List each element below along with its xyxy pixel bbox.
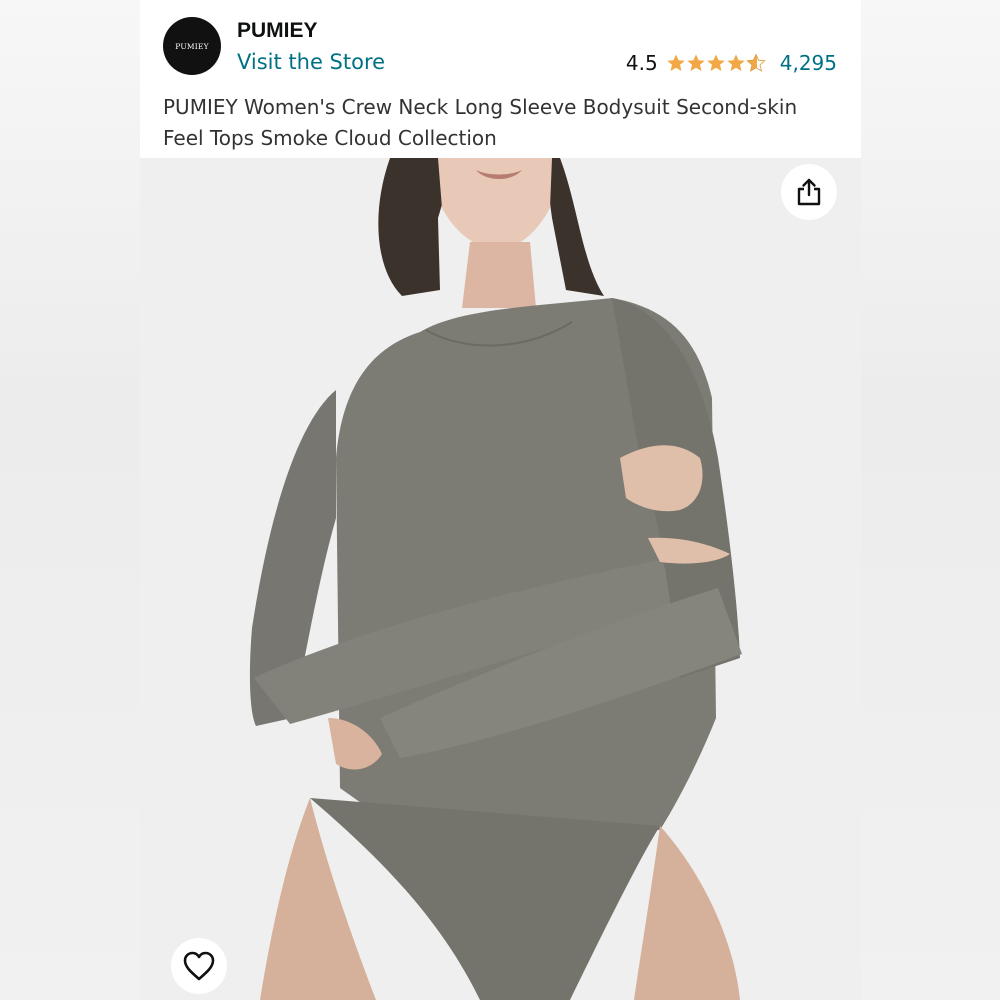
star-icon <box>726 54 745 71</box>
product-header: PUMIEY PUMIEY Visit the Store 4.5 4,295 … <box>140 0 861 158</box>
visit-store-link[interactable]: Visit the Store <box>237 50 385 74</box>
brand-logo-text: PUMIEY <box>175 41 209 51</box>
product-photo <box>140 158 861 1000</box>
wishlist-button[interactable] <box>171 938 227 994</box>
product-card: PUMIEY PUMIEY Visit the Store 4.5 4,295 … <box>140 0 861 1000</box>
star-icon <box>666 54 685 71</box>
rating-summary[interactable]: 4.5 4,295 <box>626 50 837 76</box>
share-icon <box>797 178 821 206</box>
star-icon <box>686 54 705 71</box>
rating-count[interactable]: 4,295 <box>780 51 837 75</box>
half-star-icon <box>745 53 766 72</box>
brand-name: PUMIEY <box>237 19 318 42</box>
heart-icon <box>183 951 215 981</box>
star-icon <box>706 54 725 71</box>
share-button[interactable] <box>781 164 837 220</box>
star-rating <box>666 53 766 73</box>
product-title: PUMIEY Women's Crew Neck Long Sleeve Bod… <box>163 95 798 150</box>
rating-value: 4.5 <box>625 51 658 75</box>
product-image[interactable] <box>140 158 861 1000</box>
background-left <box>0 0 140 1000</box>
brand-logo[interactable]: PUMIEY <box>163 17 221 75</box>
background-right <box>860 0 1000 1000</box>
